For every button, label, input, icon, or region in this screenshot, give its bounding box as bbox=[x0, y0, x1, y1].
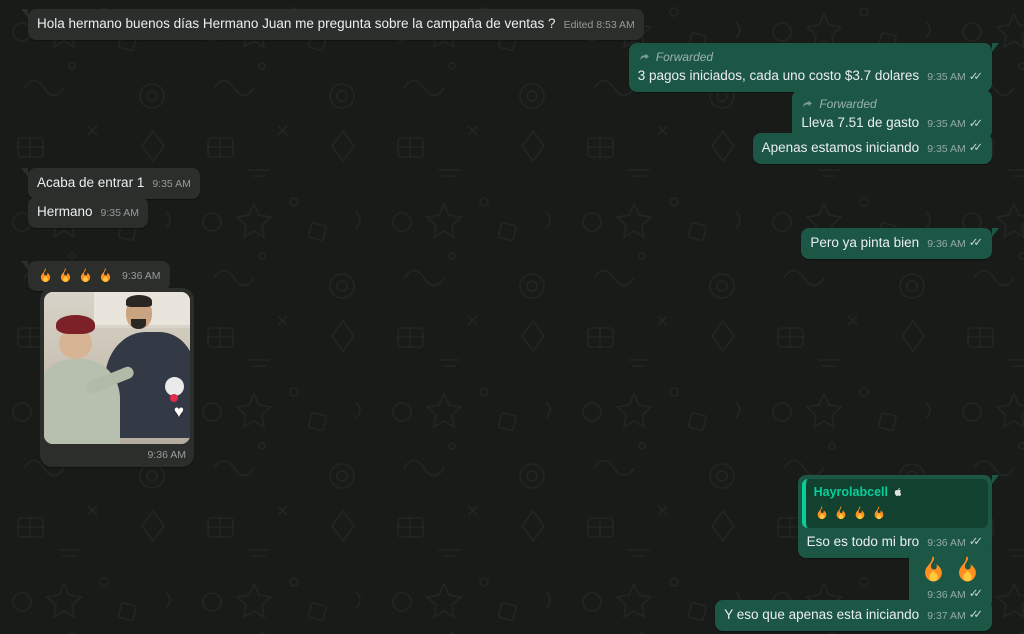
message-bubble-outgoing[interactable]: Forwarded Lleva 7.51 de gasto 9:35 AM ✓✓ bbox=[792, 90, 992, 139]
double-check-icon: ✓✓ bbox=[969, 238, 983, 250]
quoted-author-name: Hayrolabcell bbox=[814, 484, 888, 501]
message-text: Eso es todo mi bro bbox=[807, 533, 920, 551]
message-bubble-outgoing[interactable]: Pero ya pinta bien 9:36 AM ✓✓ bbox=[801, 228, 992, 259]
message-bubble-outgoing[interactable]: Y eso que apenas esta iniciando 9:37 AM … bbox=[715, 600, 992, 631]
forward-arrow-icon bbox=[801, 98, 814, 111]
message-bubble-incoming-emoji[interactable]: 9:36 AM bbox=[28, 261, 170, 291]
fire-icon bbox=[871, 505, 887, 521]
double-check-icon: ✓✓ bbox=[969, 143, 983, 155]
quoted-message[interactable]: Hayrolabcell bbox=[802, 479, 988, 528]
message-text: Lleva 7.51 de gasto bbox=[801, 114, 919, 132]
forward-arrow-icon bbox=[638, 51, 651, 64]
message-text: Pero ya pinta bien bbox=[810, 234, 919, 252]
forwarded-label-row: Forwarded bbox=[801, 96, 983, 112]
message-bubble-incoming[interactable]: Hola hermano buenos días Hermano Juan me… bbox=[28, 9, 644, 40]
quoted-author-row: Hayrolabcell bbox=[814, 484, 978, 501]
message-time: 9:36 AM bbox=[147, 448, 186, 463]
message-text: Y eso que apenas esta iniciando bbox=[724, 606, 919, 624]
double-check-icon: ✓✓ bbox=[969, 72, 983, 84]
forwarded-label-row: Forwarded bbox=[638, 49, 983, 65]
message-text: 3 pagos iniciados, cada uno costo $3.7 d… bbox=[638, 67, 919, 85]
chat-message-area: Hola hermano buenos días Hermano Juan me… bbox=[0, 0, 1024, 634]
message-time: 9:35 AM bbox=[927, 70, 966, 84]
thumbnail-child bbox=[44, 359, 120, 444]
message-time: 9:35 AM bbox=[152, 177, 191, 192]
message-text: Acaba de entrar 1 bbox=[37, 174, 144, 192]
message-time: 9:37 AM bbox=[927, 609, 966, 623]
message-time: 9:35 AM bbox=[927, 117, 966, 131]
fire-icon bbox=[37, 267, 54, 284]
message-time: 9:36 AM bbox=[122, 269, 161, 284]
message-meta: 9:35 AM ✓✓ bbox=[927, 70, 983, 85]
video-thumbnail[interactable]: ♥ bbox=[44, 292, 190, 444]
message-text: Apenas estamos iniciando bbox=[762, 139, 920, 157]
message-text: Hola hermano buenos días Hermano Juan me… bbox=[37, 15, 556, 33]
quoted-fire-emoji-row bbox=[814, 505, 978, 521]
message-meta: 9:37 AM ✓✓ bbox=[927, 609, 983, 624]
heart-icon: ♥ bbox=[174, 403, 184, 420]
message-meta: 9:36 AM ✓✓ bbox=[927, 237, 983, 252]
fire-emoji-row bbox=[37, 267, 114, 284]
message-time: 9:35 AM bbox=[101, 206, 140, 221]
message-bubble-incoming[interactable]: Acaba de entrar 1 9:35 AM bbox=[28, 168, 200, 199]
message-bubble-incoming[interactable]: Hermano 9:35 AM bbox=[28, 197, 148, 228]
fire-icon bbox=[814, 505, 830, 521]
message-bubble-outgoing[interactable]: Forwarded 3 pagos iniciados, cada uno co… bbox=[629, 43, 992, 92]
message-meta: 9:35 AM ✓✓ bbox=[927, 142, 983, 157]
fire-icon bbox=[918, 554, 949, 585]
fire-icon bbox=[97, 267, 114, 284]
forwarded-label: Forwarded bbox=[656, 49, 713, 65]
fire-icon bbox=[57, 267, 74, 284]
message-text: Hermano bbox=[37, 203, 93, 221]
fire-icon bbox=[77, 267, 94, 284]
message-bubble-video[interactable]: ♥ 9:36 AM bbox=[40, 288, 194, 467]
fire-icon bbox=[852, 505, 868, 521]
fire-icon bbox=[952, 554, 983, 585]
message-meta: 9:35 AM ✓✓ bbox=[927, 117, 983, 132]
message-edited-time: Edited 8:53 AM bbox=[564, 18, 635, 33]
fire-icon bbox=[833, 505, 849, 521]
apple-icon bbox=[892, 486, 904, 498]
message-time: 9:35 AM bbox=[927, 142, 966, 156]
double-check-icon: ✓✓ bbox=[969, 119, 983, 131]
double-check-icon: ✓✓ bbox=[969, 610, 983, 622]
message-time: 9:36 AM bbox=[927, 237, 966, 251]
fire-emoji-row bbox=[918, 554, 983, 585]
forwarded-label: Forwarded bbox=[819, 96, 876, 112]
message-bubble-outgoing[interactable]: Apenas estamos iniciando 9:35 AM ✓✓ bbox=[753, 133, 992, 164]
